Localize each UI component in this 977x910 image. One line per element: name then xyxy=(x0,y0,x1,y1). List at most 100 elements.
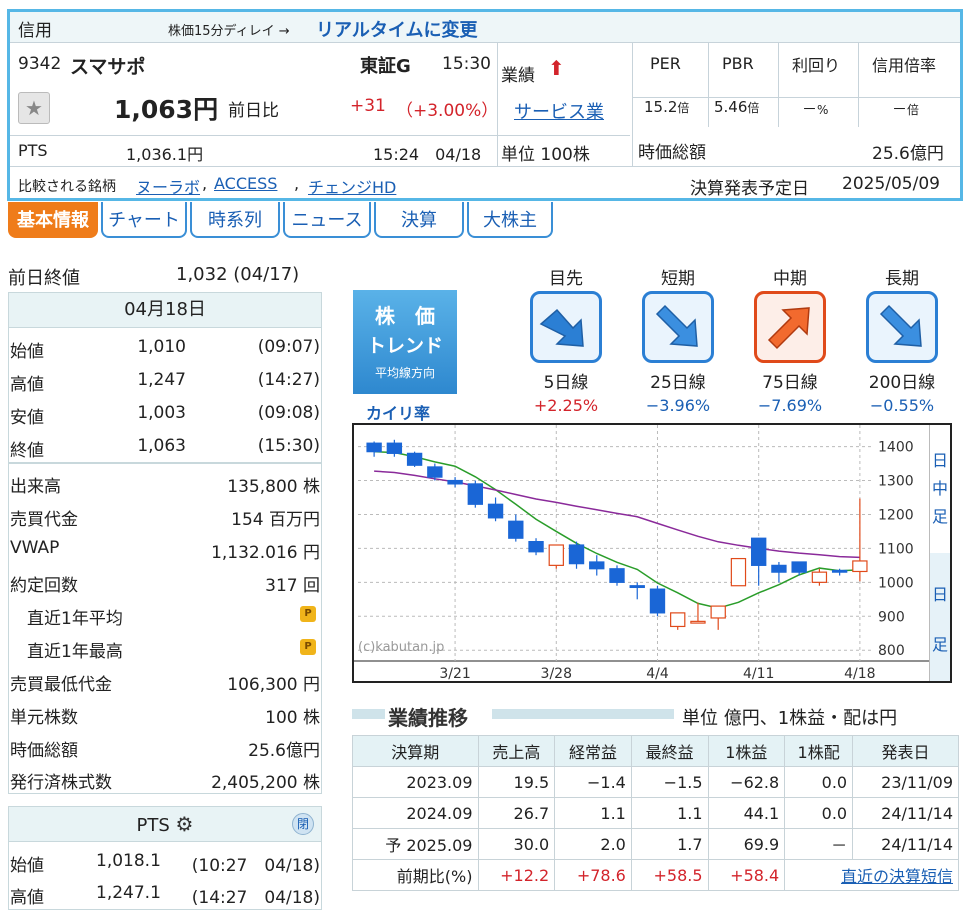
candle-body xyxy=(487,503,504,519)
candle-body xyxy=(589,561,605,570)
earnings-date: 2025/05/09 xyxy=(842,174,940,194)
gyoseki-label: 業績 xyxy=(501,66,535,86)
delay-note: 株価15分ディレイ → xyxy=(168,24,290,39)
stat-trades: 約定回数 317 回 xyxy=(10,576,320,596)
trend-75d-arrow-up-icon xyxy=(754,291,826,363)
chart-tab-daily[interactable]: 日 足 xyxy=(929,553,950,681)
tab-basic-info[interactable]: 基本情報 xyxy=(8,202,98,238)
candle-body xyxy=(710,605,726,619)
candle-body xyxy=(508,520,524,539)
pts-panel-header: PTS ⚙ xyxy=(8,806,322,842)
pts-open: 始値 1,018.1 (10:27 04/18) xyxy=(10,851,320,876)
col-dps: 1株配 xyxy=(784,735,854,767)
trend-ma-200: 200日線 xyxy=(868,373,936,393)
table-row: 予 2025.09 30.0 2.0 1.7 69.9 － 24/11/14 xyxy=(352,828,959,860)
candle-body xyxy=(852,560,868,573)
earnings-summary-link[interactable]: 直近の決算短信 xyxy=(841,867,953,886)
x-tick-label: 4/4 xyxy=(646,666,669,681)
compare-link-change[interactable]: チェンジHD xyxy=(308,174,396,198)
premium-lock-icon[interactable]: P xyxy=(300,639,316,655)
chart-tab-daily-mid[interactable]: 日 中 足 xyxy=(929,425,950,553)
pts-high: 高値 1,247.1 (14:27 04/18) xyxy=(10,883,320,908)
pts-label: PTS xyxy=(18,141,48,160)
stock-code: 9342 xyxy=(18,54,62,74)
trend-period-long: 長期 xyxy=(885,269,919,289)
trend-rate-25: −3.96% xyxy=(645,396,711,415)
stat-year-max: 直近1年最高 P xyxy=(8,631,322,663)
stat-min-purchase: 売買最低代金 106,300 円 xyxy=(10,675,320,695)
candle-body xyxy=(771,564,787,573)
trend-rate-75: −7.69% xyxy=(757,396,823,415)
y-tick-label: 1000 xyxy=(878,575,914,591)
trend-25d-arrow-down-icon xyxy=(642,291,714,363)
trend-5d-arrow-down-icon xyxy=(530,291,602,363)
premium-lock-icon[interactable]: P xyxy=(300,606,316,622)
change-label: 前日比 xyxy=(228,101,279,121)
x-tick-label: 3/28 xyxy=(541,666,572,681)
favorite-star-icon[interactable]: ★ xyxy=(18,92,50,124)
trend-period-mid: 中期 xyxy=(773,269,807,289)
realtime-link[interactable]: リアルタイムに変更 xyxy=(316,16,477,42)
ohlc-open: 始値 1,010 (09:07) xyxy=(10,337,320,362)
tab-news[interactable]: ニュース xyxy=(283,202,371,238)
stat-vwap: VWAP 1,132.016 円 xyxy=(10,538,320,563)
pts-close-button[interactable]: 閉 xyxy=(292,813,314,835)
quote-time: 15:30 xyxy=(442,54,491,74)
trend-200d-arrow-down-icon xyxy=(866,291,938,363)
candle-body xyxy=(406,452,423,466)
market-type: 信用 xyxy=(18,21,52,41)
pts-price: 1,036.1円 xyxy=(126,145,204,164)
candle-body xyxy=(629,585,645,589)
market-cap-label: 時価総額 xyxy=(638,143,706,163)
candle-body xyxy=(649,588,666,614)
price-change-pct: （+3.00%） xyxy=(396,101,499,121)
tab-earnings[interactable]: 決算 xyxy=(374,202,464,238)
stat-volume: 出来高 135,800 株 xyxy=(10,477,320,497)
candle-body xyxy=(427,466,443,478)
ohlc-high: 高値 1,247 (14:27) xyxy=(10,370,320,395)
market-cap-value: 25.6億円 xyxy=(872,144,944,164)
candle-body xyxy=(609,568,625,583)
compare-label: 比較される銘柄 xyxy=(18,179,116,195)
stat-turnover: 売買代金 154 百万円 xyxy=(10,510,320,530)
financials-title: 業績推移 xyxy=(388,706,468,730)
gear-icon[interactable]: ⚙ xyxy=(176,812,194,836)
tab-time-series[interactable]: 時系列 xyxy=(190,202,280,238)
tab-chart[interactable]: チャート xyxy=(101,202,187,238)
candle-body xyxy=(791,561,807,573)
prev-close-value: 1,032 (04/17) xyxy=(176,264,300,285)
trend-rate-200: −0.55% xyxy=(869,396,935,415)
per-label: PER xyxy=(650,54,681,73)
stock-name: スマサポ xyxy=(70,56,146,78)
stat-year-avg: 直近1年平均 P xyxy=(8,598,322,630)
trend-ma-75: 75日線 xyxy=(762,373,818,393)
y-tick-label: 800 xyxy=(878,643,905,659)
stat-unit-shares: 単元株数 100 株 xyxy=(10,708,320,728)
candle-body xyxy=(548,544,564,566)
tab-major-shareholders[interactable]: 大株主 xyxy=(467,202,553,238)
pts-time: 15:24 04/18 xyxy=(373,145,482,164)
candle-body xyxy=(670,612,686,628)
candlestick-chart[interactable]: 1400 1300 1200 1100 1000 900 800 3/21 3/28 4/4 4/1… xyxy=(352,423,952,683)
table-row: 2024.09 26.7 1.1 1.1 44.1 0.0 24/11/14 xyxy=(352,797,959,829)
compare-link-nulab[interactable]: ヌーラボ xyxy=(136,174,200,198)
candle-body xyxy=(386,442,403,454)
sector-link[interactable]: サービス業 xyxy=(514,98,604,124)
compare-link-access[interactable]: ACCESS xyxy=(214,174,277,193)
col-date: 発表日 xyxy=(852,735,959,767)
margin-ratio-label: 信用倍率 xyxy=(872,56,937,75)
unit-shares: 単位 100株 xyxy=(501,145,590,165)
pts-title: PTS xyxy=(136,815,170,836)
candle-body xyxy=(467,483,484,505)
financials-unit-note: 単位 億円、1株益・配は円 xyxy=(682,708,898,729)
candle-body xyxy=(831,569,848,573)
y-tick-label: 1400 xyxy=(878,440,914,456)
yield-label: 利回り xyxy=(792,56,841,75)
table-row-compare: 前期比(%) +12.2 +78.6 +58.5 +58.4 直近の決算短信 xyxy=(352,859,959,891)
candle-body xyxy=(447,479,463,485)
trend-logo: 株 価 トレンド 平均線方向 xyxy=(353,290,457,394)
earnings-date-label: 決算発表予定日 xyxy=(690,179,809,199)
table-row: 2023.09 19.5 −1.4 −1.5 −62.8 0.0 23/11/09 xyxy=(352,766,959,798)
col-sales: 売上高 xyxy=(477,735,556,767)
pbr-value: 5.46倍 xyxy=(714,98,760,116)
